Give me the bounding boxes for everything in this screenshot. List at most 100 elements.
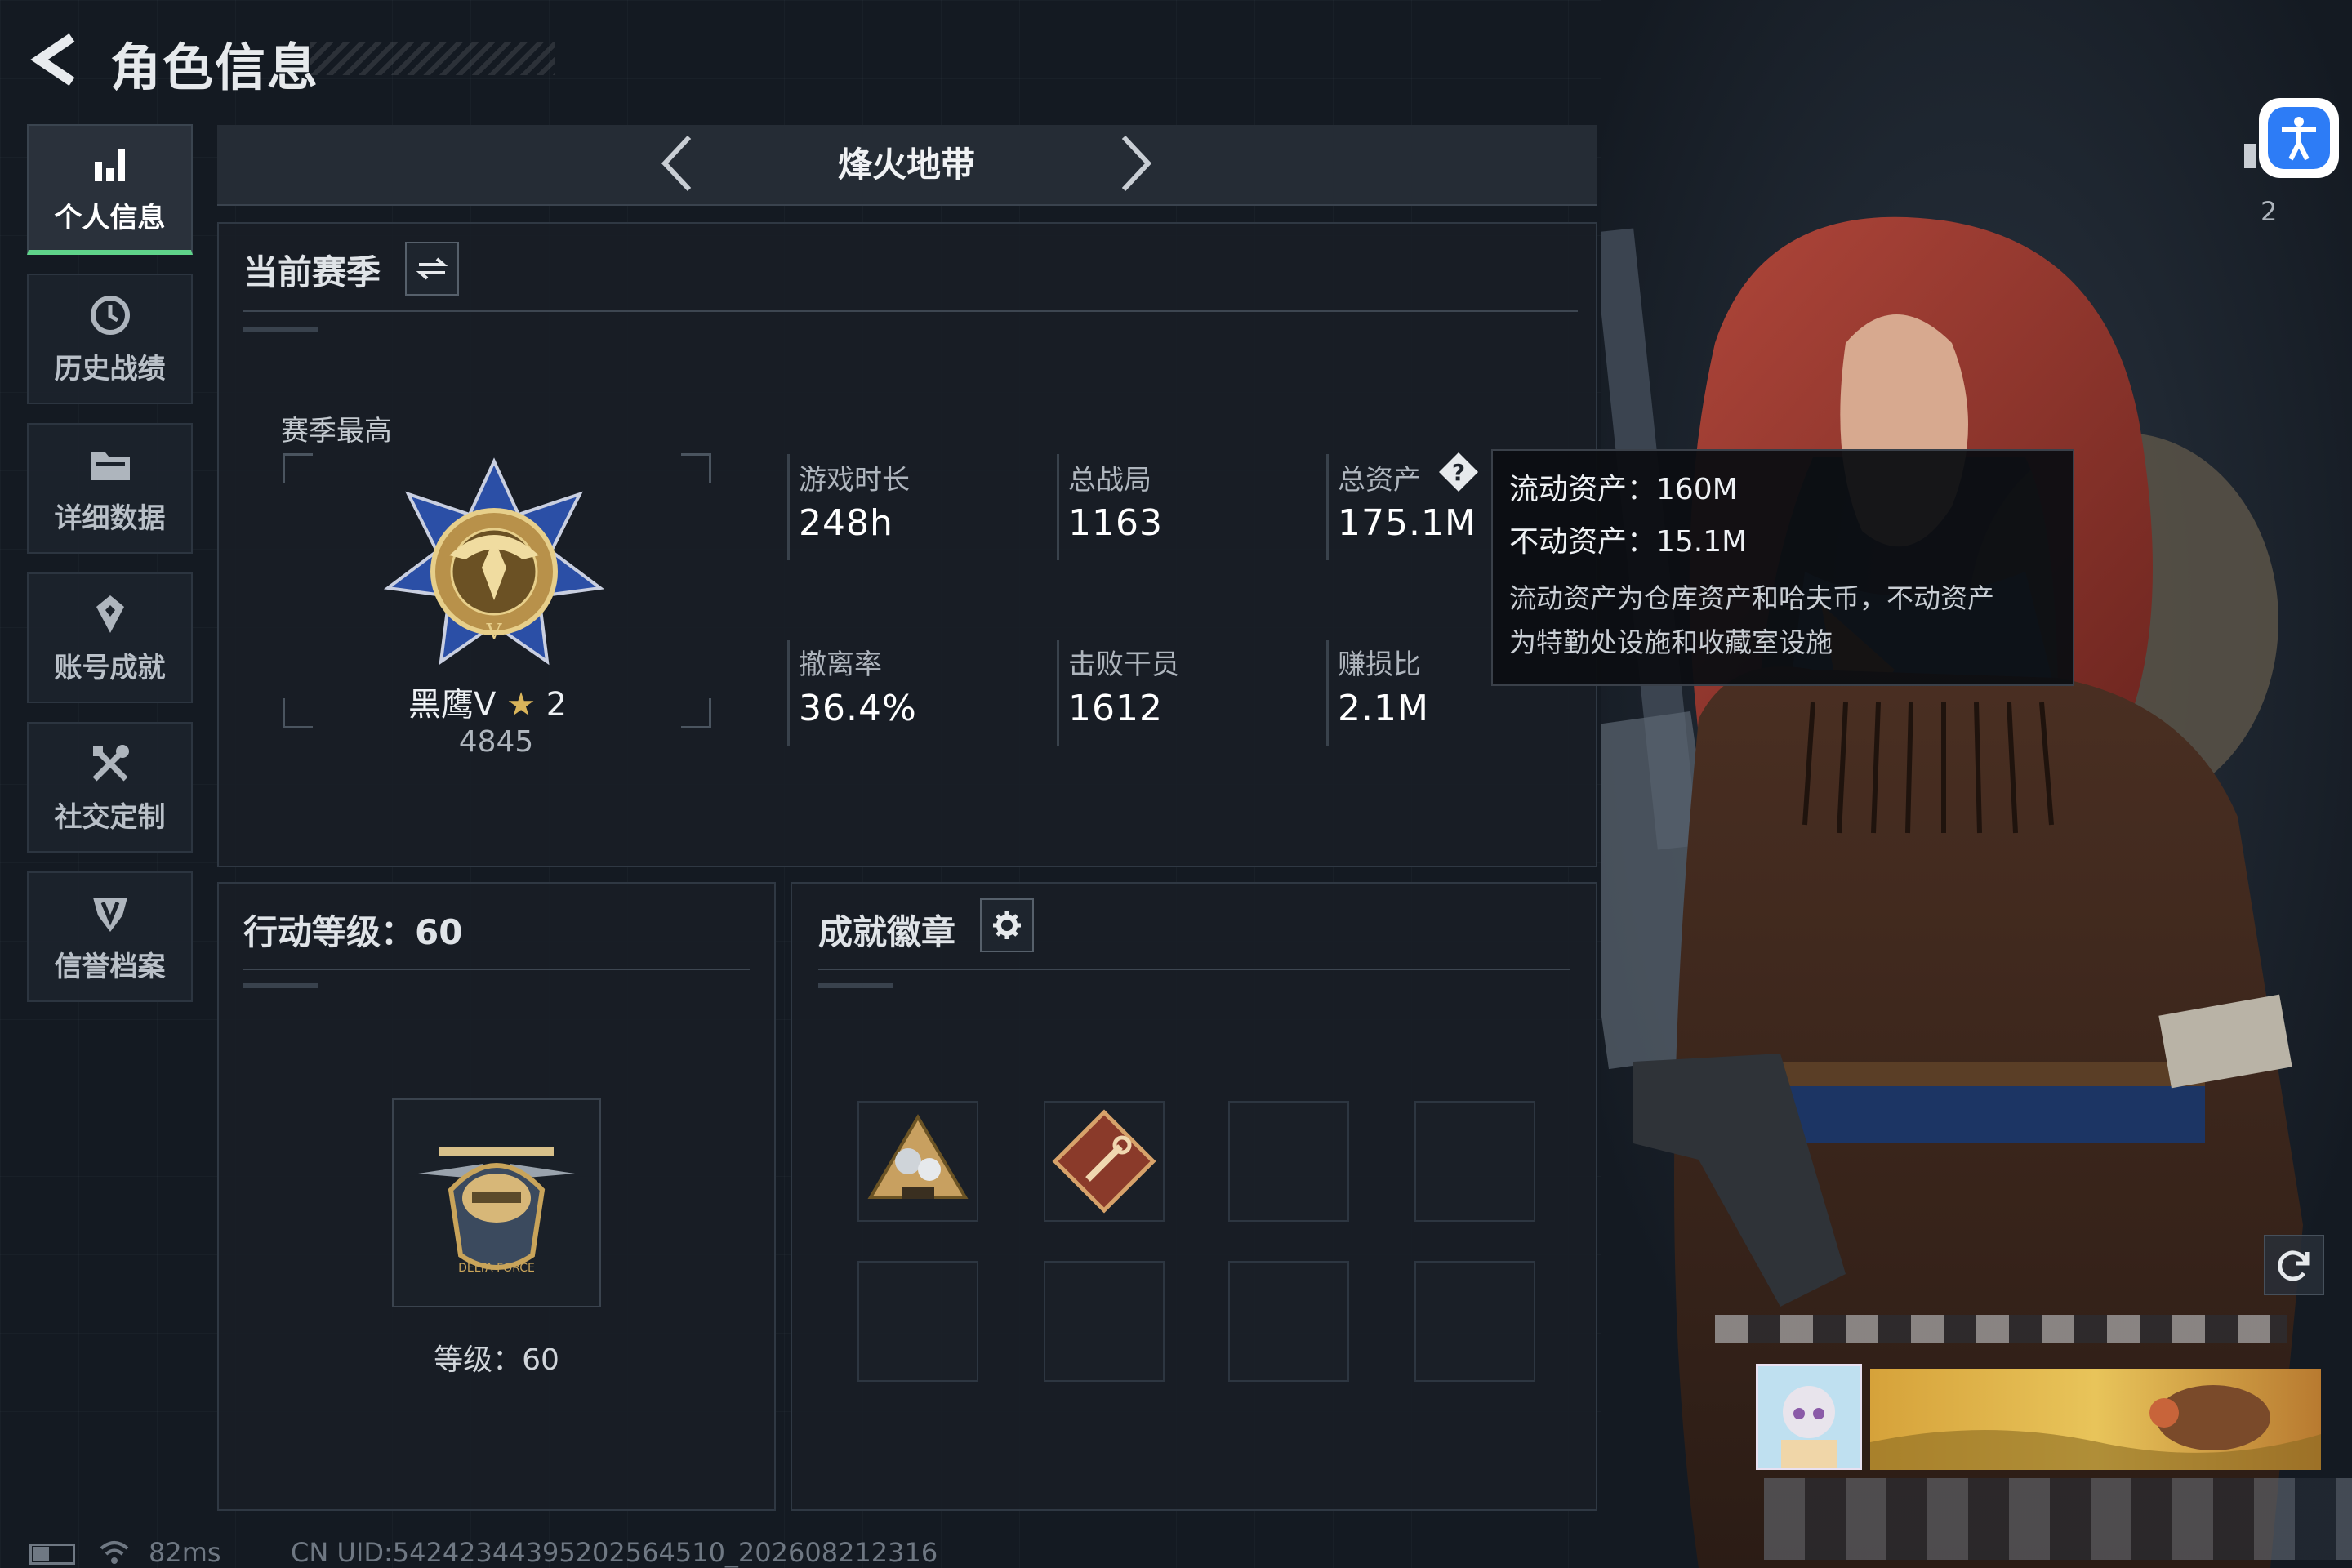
next-mode-button[interactable] [1111,131,1160,196]
wifi-icon [98,1539,131,1568]
stat-label-total-assets: 总资产 [1338,464,1421,497]
hud-count: 2 [2261,196,2278,227]
star-icon: ★ [506,686,536,724]
accessibility-button[interactable] [2259,98,2339,178]
stat-value-total-matches: 1163 [1068,502,1163,544]
back-button[interactable] [24,31,82,88]
rank-stars: 2 [546,686,568,724]
decor-mark [243,983,318,988]
folder-icon [87,442,133,488]
decor-mark [243,327,318,332]
badge-slot[interactable] [1044,1261,1165,1382]
tools-icon [87,741,133,786]
frame-corner [283,453,313,483]
svg-text:?: ? [1452,459,1465,486]
clock-icon [87,292,133,338]
hud-bar-icon [2244,144,2256,168]
mode-title: 烽火地带 [837,145,975,185]
tooltip-note-line1: 流动资产为仓库资产和哈夫币，不动资产 [1509,582,1994,614]
stat-label-profit-loss: 赚损比 [1338,648,1421,681]
player-name-obscured [1715,1315,2287,1343]
stat-value-total-assets: 175.1M [1338,502,1477,544]
shield-badge-icon [87,890,133,936]
player-banner[interactable] [1870,1369,2321,1470]
badge-slot[interactable] [1044,1101,1165,1222]
stat-label-total-matches: 总战局 [1068,464,1152,497]
swap-arrows-icon [416,257,448,280]
badge-slot[interactable] [1228,1101,1349,1222]
sidebar-item-label: 社交定制 [54,800,166,834]
back-arrow-icon [30,33,75,86]
achievement-icon [87,591,133,637]
bar-chart-icon [87,141,133,187]
banner-image [1870,1385,2321,1470]
rotate-character-button[interactable] [2264,1235,2324,1295]
svg-text:V: V [486,620,503,644]
sidebar-item-social[interactable]: 社交定制 [27,722,193,853]
stat-label-extraction-rate: 撤离率 [799,648,882,681]
gear-icon [993,911,1021,939]
stat-value-profit-loss: 2.1M [1338,688,1429,729]
decor-mark [818,983,893,988]
rank-name: 黑鹰V [408,686,497,724]
svg-text:DELTA FORCE: DELTA FORCE [458,1262,535,1275]
badge-slot[interactable] [1414,1261,1535,1382]
badges-title: 成就徽章 [818,912,956,952]
chevron-left-icon [661,135,692,192]
season-switch-button[interactable] [405,242,459,296]
stat-divider [787,640,790,746]
sidebar-item-label: 账号成就 [54,651,166,684]
uid-text: CN UID:5424234439520256451​0_20260821231… [291,1537,938,1568]
chevron-right-icon [1121,135,1152,192]
stat-divider [1326,640,1329,746]
season-title: 当前赛季 [243,252,381,292]
sidebar-item-label: 个人信息 [54,201,166,234]
frame-corner [283,698,313,728]
player-avatar[interactable] [1756,1364,1862,1470]
action-level-title: 行动等级：60 [243,912,463,952]
gear-chain-badge-icon [867,1114,969,1199]
season-best-label: 赛季最高 [281,415,392,448]
stat-divider [1057,640,1059,746]
wrench-diamond-badge-icon [1052,1109,1156,1214]
help-icon[interactable]: ? [1437,451,1480,497]
stat-divider [787,454,790,560]
stat-divider [1326,454,1329,560]
badge-slot[interactable] [858,1261,978,1382]
sidebar-item-personal-info[interactable]: 个人信息 [27,124,193,255]
tooltip-liquid-assets: 流动资产：160M [1509,473,1738,506]
tooltip-note-line2: 为特勤处设施和收藏室设施 [1509,626,1833,658]
stat-label-kills: 击败干员 [1068,648,1179,681]
sidebar-item-achievements[interactable]: 账号成就 [27,572,193,703]
action-level-emblem: DELTA FORCE [392,1098,601,1307]
rank-emblem: V [383,457,605,678]
sidebar-item-label: 信誉档案 [54,950,166,983]
page-title: 角色信息 [110,38,320,97]
badges-settings-button[interactable] [980,898,1034,952]
stat-divider [1057,454,1059,560]
sidebar-item-detailed-data[interactable]: 详细数据 [27,423,193,554]
action-level-divider [243,969,750,970]
frame-corner [681,698,711,728]
season-divider [243,310,1578,312]
accessibility-icon [2268,107,2330,169]
sidebar-item-credit-profile[interactable]: 信誉档案 [27,871,193,1002]
avatar-image [1758,1366,1860,1468]
badge-slot[interactable] [858,1101,978,1222]
stat-value-extraction-rate: 36.4% [799,688,917,729]
tooltip-fixed-assets: 不动资产：15.1M [1509,525,1748,559]
badge-slot[interactable] [1414,1101,1535,1222]
player-info-obscured [1764,1478,2352,1560]
stat-label-play-time: 游戏时长 [799,464,910,497]
rank-name-row: 黑鹰V ★ 2 [408,678,567,725]
sidebar-item-label: 历史战绩 [54,352,166,385]
rotate-icon [2278,1250,2310,1281]
ping-text: 82ms [149,1537,221,1568]
prev-mode-button[interactable] [653,131,702,196]
assets-tooltip: 流动资产：160M 不动资产：15.1M 流动资产为仓库资产和哈夫币，不动资产 … [1491,449,2074,686]
stat-value-kills: 1612 [1068,688,1163,729]
sidebar-item-history[interactable]: 历史战绩 [27,274,193,404]
badge-slot[interactable] [1228,1261,1349,1382]
black-hawk-rank-icon: V [383,457,605,666]
stat-value-play-time: 248h [799,502,893,544]
